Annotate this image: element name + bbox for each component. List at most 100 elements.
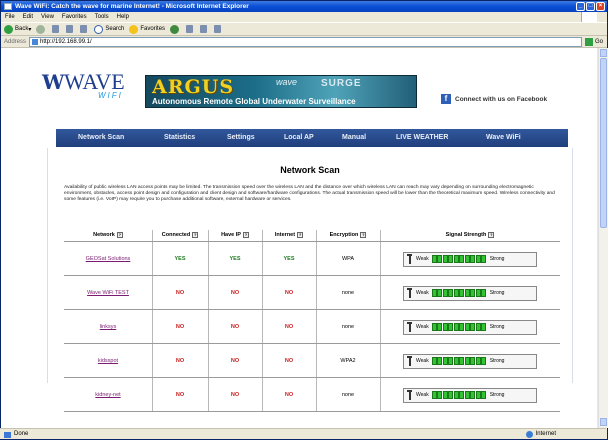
network-link[interactable]: linksys xyxy=(100,324,117,330)
signal-bar xyxy=(442,255,448,263)
col-internet[interactable]: Internet? xyxy=(262,232,316,238)
column-divider xyxy=(316,230,317,241)
search-button[interactable]: Search xyxy=(94,24,124,34)
menu-edit[interactable]: Edit xyxy=(23,14,33,20)
menu-tools[interactable]: Tools xyxy=(95,14,109,20)
nav-live-weather[interactable]: LIVE WEATHER xyxy=(396,134,448,141)
encryption-value: none xyxy=(341,324,355,330)
status-bar: Done Internet xyxy=(0,428,606,439)
column-divider xyxy=(380,344,381,377)
network-link[interactable]: Wave WiFi TEST xyxy=(87,290,129,296)
minimize-button[interactable]: _ xyxy=(576,2,585,11)
menu-favorites[interactable]: Favorites xyxy=(62,14,87,20)
antenna-icon xyxy=(407,322,413,332)
history-icon xyxy=(186,25,194,33)
favorites-button[interactable]: Favorites xyxy=(129,24,165,34)
sort-icon[interactable]: ? xyxy=(192,232,199,238)
signal-bar xyxy=(453,289,459,297)
scroll-up-arrow[interactable] xyxy=(600,49,607,57)
signal-bar xyxy=(475,357,481,365)
table-row: GEOSat Solutions YES YES YES WPA Weak St… xyxy=(64,242,560,276)
signal-bar xyxy=(448,255,454,263)
sort-icon[interactable]: ? xyxy=(242,232,249,238)
signal-bar xyxy=(459,255,465,263)
signal-bar xyxy=(453,357,459,365)
facebook-link[interactable]: f Connect with us on Facebook xyxy=(441,94,547,104)
column-divider xyxy=(152,310,153,343)
maximize-button[interactable]: □ xyxy=(586,2,595,11)
col-encryption[interactable]: Encryption? xyxy=(316,232,380,238)
column-divider xyxy=(208,344,209,377)
table-row: kidney-net NO NO NO none Weak Strong xyxy=(64,378,560,412)
go-button[interactable]: Go xyxy=(584,37,603,46)
signal-bar xyxy=(475,391,481,399)
column-divider xyxy=(380,378,381,411)
forward-arrow-icon xyxy=(36,24,46,34)
internet-cell: NO xyxy=(262,310,316,344)
menu-help[interactable]: Help xyxy=(117,14,129,20)
signal-bar xyxy=(481,289,487,297)
close-button[interactable]: × xyxy=(596,2,605,11)
column-divider xyxy=(152,344,153,377)
wave-wifi-logo[interactable]: W WAVE WIFI xyxy=(42,71,125,101)
history-button[interactable] xyxy=(186,25,195,33)
menu-file[interactable]: File xyxy=(5,14,15,20)
signal-weak-label: Weak xyxy=(416,290,429,296)
signal-strong-label: Strong xyxy=(489,256,505,262)
have-ip-value: YES xyxy=(229,256,241,262)
back-arrow-icon xyxy=(4,24,13,34)
column-divider xyxy=(262,276,263,309)
nav-settings[interactable]: Settings xyxy=(227,134,255,141)
print-button[interactable] xyxy=(214,25,223,33)
signal-bar xyxy=(431,391,437,399)
mail-button[interactable] xyxy=(200,25,209,33)
menu-view[interactable]: View xyxy=(41,14,54,20)
sort-icon[interactable]: ? xyxy=(360,232,367,238)
sort-icon[interactable]: ? xyxy=(488,232,495,238)
stop-button[interactable] xyxy=(52,25,61,33)
connected-value: NO xyxy=(175,392,185,398)
nav-network-scan[interactable]: Network Scan xyxy=(78,134,124,141)
column-divider xyxy=(262,310,263,343)
network-link[interactable]: kidney-net xyxy=(95,392,120,398)
refresh-button[interactable] xyxy=(66,25,75,33)
forward-button[interactable] xyxy=(36,24,47,34)
col-have-ip[interactable]: Have IP? xyxy=(208,232,262,238)
scroll-thumb[interactable] xyxy=(600,58,607,228)
back-button[interactable]: Back ▾ xyxy=(4,24,31,34)
internet-value: NO xyxy=(284,358,294,364)
title-bar[interactable]: Wave WiFi: Catch the wave for marine Int… xyxy=(1,1,607,12)
media-button[interactable] xyxy=(170,24,181,34)
col-network[interactable]: Network? xyxy=(64,232,152,238)
signal-weak-label: Weak xyxy=(416,392,429,398)
column-divider xyxy=(262,378,263,411)
home-button[interactable] xyxy=(80,25,89,33)
facebook-label: Connect with us on Facebook xyxy=(455,95,548,103)
have-ip-value: NO xyxy=(230,290,240,296)
nav-local-ap[interactable]: Local AP xyxy=(284,134,314,141)
nav-manual[interactable]: Manual xyxy=(342,134,366,141)
vertical-scrollbar[interactable] xyxy=(598,48,608,428)
address-url: http://192.168.99.1/ xyxy=(40,38,92,45)
have-ip-cell: NO xyxy=(208,276,262,310)
network-link[interactable]: GEOSat Solutions xyxy=(86,256,131,262)
have-ip-value: NO xyxy=(230,358,240,364)
encryption-value: WPA2 xyxy=(340,358,356,364)
signal-bar xyxy=(464,289,470,297)
column-divider xyxy=(380,242,381,275)
col-signal-strength[interactable]: Signal Strength? xyxy=(380,232,560,238)
signal-bar xyxy=(437,255,443,263)
scroll-down-arrow[interactable] xyxy=(600,418,607,426)
column-divider xyxy=(262,230,263,241)
sort-icon[interactable]: ? xyxy=(116,232,123,238)
nav-wave-wifi[interactable]: Wave WiFi xyxy=(486,134,521,141)
col-connected[interactable]: Connected? xyxy=(152,232,208,238)
address-input[interactable]: http://192.168.99.1/ xyxy=(29,36,582,47)
argus-banner[interactable]: ARGUS wave SURGE Autonomous Remote Globa… xyxy=(145,75,417,108)
encryption-value: none xyxy=(341,392,355,398)
sort-icon[interactable]: ? xyxy=(297,232,304,238)
go-arrow-icon xyxy=(584,37,593,46)
signal-bar xyxy=(459,391,465,399)
network-link[interactable]: kidsspot xyxy=(98,358,118,364)
nav-statistics[interactable]: Statistics xyxy=(164,134,195,141)
